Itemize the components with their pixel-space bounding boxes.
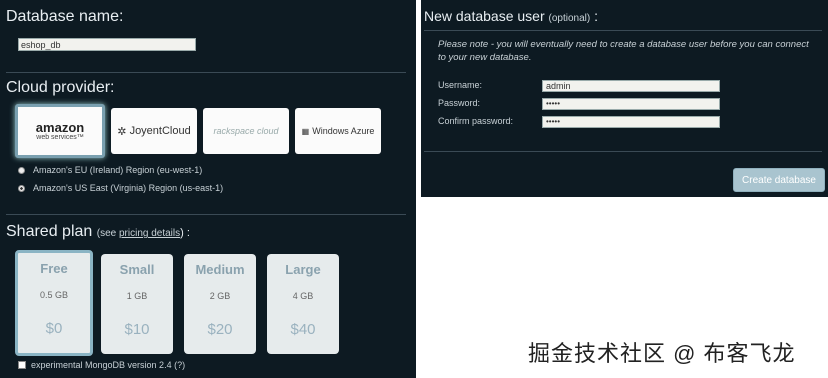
- provider-label: rackspace cloud: [213, 126, 279, 136]
- database-user-panel: New database user (optional) : Please no…: [421, 0, 828, 197]
- region-label: Amazon's US East (Virginia) Region (us-e…: [33, 183, 224, 193]
- plan-title-close: ) :: [180, 227, 190, 239]
- pricing-details-link[interactable]: pricing details: [119, 228, 180, 239]
- provider-joyent[interactable]: ✲ JoyentCloud: [111, 108, 197, 154]
- database-name-title: Database name:: [6, 8, 124, 25]
- shared-plan-label: Shared plan: [6, 223, 93, 240]
- password-input[interactable]: •••••: [542, 98, 720, 110]
- watermark-text: 掘金技术社区 @ 布客飞龙: [528, 341, 796, 366]
- plan-name: Medium: [195, 262, 245, 277]
- plan-name: Free: [40, 261, 68, 276]
- plan-size: 2 GB: [209, 291, 231, 301]
- title-colon: :: [590, 8, 599, 24]
- new-user-label: New database user: [424, 8, 545, 24]
- provider-azure[interactable]: ▦ Windows Azure: [295, 108, 381, 154]
- plan-large[interactable]: Large 4 GB $40: [267, 254, 339, 354]
- experimental-label: experimental MongoDB version 2.4 (?): [31, 360, 186, 370]
- region-label: Amazon's EU (Ireland) Region (eu-west-1): [33, 165, 203, 175]
- provider-label: JoyentCloud: [129, 125, 191, 137]
- plan-size: 4 GB: [292, 291, 314, 301]
- plan-price: $40: [290, 321, 316, 338]
- new-user-title: New database user (optional) :: [424, 8, 598, 24]
- shared-plan-title: Shared plan (see pricing details) :: [6, 223, 190, 241]
- region-option-eu[interactable]: Amazon's EU (Ireland) Region (eu-west-1): [18, 165, 202, 175]
- confirm-password-input[interactable]: •••••: [542, 116, 720, 128]
- radio-button[interactable]: [18, 166, 25, 174]
- plan-small[interactable]: Small 1 GB $10: [101, 254, 173, 354]
- divider: [6, 72, 406, 73]
- plan-price: $10: [124, 321, 150, 338]
- experimental-checkbox[interactable]: [18, 361, 26, 369]
- region-option-us-east[interactable]: Amazon's US East (Virginia) Region (us-e…: [18, 183, 223, 193]
- user-note: Please note - you will eventually need t…: [438, 39, 809, 63]
- plan-free[interactable]: Free 0.5 GB $0: [15, 250, 93, 356]
- database-config-panel: Database name: eshop_db Cloud provider: …: [0, 0, 416, 378]
- radio-button[interactable]: [18, 184, 25, 192]
- confirm-password-label: Confirm password:: [438, 116, 514, 126]
- amazon-logo-text: amazon: [35, 120, 85, 135]
- plan-name: Large: [285, 262, 321, 277]
- joyent-logo-icon: ✲: [117, 125, 127, 138]
- divider: [424, 151, 822, 152]
- plan-medium[interactable]: Medium 2 GB $20: [184, 254, 256, 354]
- provider-amazon[interactable]: amazon web services™: [15, 104, 105, 158]
- divider: [6, 214, 406, 215]
- database-name-input[interactable]: eshop_db: [18, 38, 196, 51]
- provider-label: Windows Azure: [312, 126, 375, 136]
- username-label: Username:: [438, 80, 483, 90]
- amazon-logo-icon: amazon web services™: [36, 121, 84, 141]
- divider: [424, 30, 822, 31]
- optional-label: (optional): [548, 13, 591, 24]
- plan-price: $0: [45, 320, 63, 337]
- username-input[interactable]: admin: [542, 80, 720, 92]
- password-label: Password:: [438, 98, 481, 108]
- plan-name: Small: [119, 262, 155, 277]
- plan-size: 0.5 GB: [39, 290, 68, 300]
- provider-rackspace[interactable]: rackspace cloud: [203, 108, 289, 154]
- plan-price: $20: [207, 321, 233, 338]
- create-database-button[interactable]: Create database: [733, 168, 825, 192]
- amazon-logo-subtext: web services™: [36, 134, 84, 141]
- azure-logo-icon: ▦: [301, 126, 310, 136]
- see-text: (see: [96, 228, 119, 239]
- plan-size: 1 GB: [126, 291, 148, 301]
- cloud-provider-title: Cloud provider:: [6, 79, 115, 96]
